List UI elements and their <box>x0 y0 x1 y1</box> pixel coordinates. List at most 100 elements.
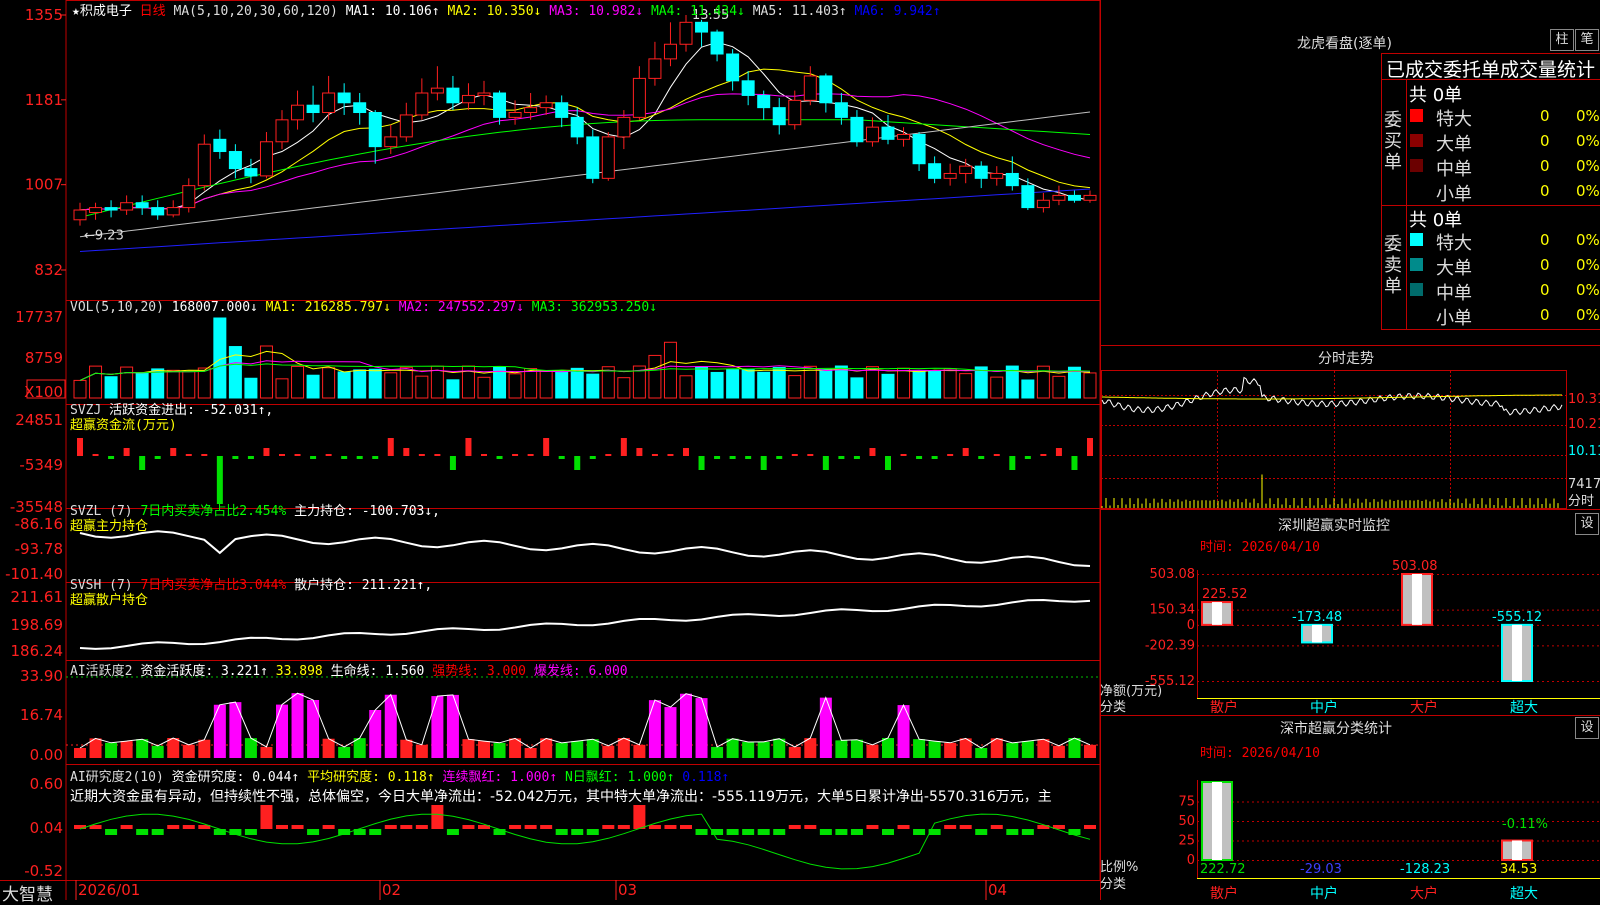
swatch-icon <box>1410 283 1423 296</box>
svzj-bar <box>714 456 720 459</box>
air-nday: N日飘红: 1.000↑ <box>565 770 674 785</box>
svzj-desc: 活跃资金进出: -52.031↑, <box>109 403 273 418</box>
air-bar <box>633 805 645 829</box>
air-bar <box>944 825 956 829</box>
volume-bar <box>90 366 102 398</box>
ai2-bar <box>633 745 645 758</box>
ai2-bar <box>416 745 428 758</box>
swatch-icon <box>1410 233 1423 246</box>
air-val: 0.118↑ <box>682 770 729 785</box>
svzj-bar <box>636 448 642 456</box>
svzj-bar <box>434 454 440 456</box>
air-bar <box>773 829 785 835</box>
vol-ma2: MA2: 247552.297↓ <box>399 300 524 315</box>
air-bar <box>245 829 257 835</box>
volume-bar <box>416 376 428 398</box>
column-button[interactable]: 柱 <box>1550 29 1574 51</box>
air-bar <box>758 829 770 835</box>
svzl-header: SVZL (7) 7日内买卖净占比2.454% 主力持仓: -100.703↓,… <box>70 504 440 534</box>
air-bar <box>975 829 987 835</box>
period-label[interactable]: 日线 <box>140 4 166 19</box>
air-axis-label: 0.60 <box>30 775 63 793</box>
order-count: 0 <box>1540 157 1550 175</box>
candle-body <box>494 93 506 117</box>
air-axis-label: 0.04 <box>30 819 63 837</box>
volume-bar <box>975 367 987 398</box>
candle-body <box>167 208 179 215</box>
candle-body <box>323 93 335 113</box>
candle-body <box>960 166 972 173</box>
air-bar <box>835 829 847 835</box>
tick-button[interactable]: 笔 <box>1575 29 1599 51</box>
candle-body <box>991 173 1003 178</box>
svsh-ratio: 7日内买卖净占比3.044% <box>140 578 286 593</box>
candle-body <box>276 120 288 142</box>
candle-body <box>1053 195 1065 200</box>
candle-body <box>1006 173 1018 185</box>
svzj-bar <box>326 454 332 456</box>
air-bar <box>400 825 412 829</box>
air-bar <box>323 825 335 829</box>
ai2-bar <box>835 740 847 758</box>
order-pct: 0% <box>1576 182 1600 200</box>
candle-body <box>354 103 366 113</box>
svzj-bar <box>916 456 922 459</box>
candle-body <box>680 22 692 44</box>
price-axis-label: 1181 <box>25 91 63 109</box>
ai2-life: 生命线: 1.560 <box>331 664 425 679</box>
svzj-bar <box>838 456 844 459</box>
svzj-bar <box>823 456 829 470</box>
svzj-bar <box>621 438 627 456</box>
svzj-bar <box>869 448 875 456</box>
volume-bar <box>789 376 801 398</box>
swatch-icon <box>1410 109 1423 122</box>
swatch-icon <box>1410 134 1423 147</box>
air-summary: 近期大资金虽有异动，但持续性不强，总体偏空，今日大单净流出：-52.042万元，… <box>70 786 1100 806</box>
candle-body <box>820 76 832 103</box>
svzj-bar <box>559 456 565 459</box>
candle-body <box>152 208 164 215</box>
order-pct: 0% <box>1576 256 1600 274</box>
ai2-bar <box>183 745 195 758</box>
ai2-bar <box>804 738 816 758</box>
monitor-category-label: 超大 <box>1510 700 1538 716</box>
intraday-axis-label: 10.31 <box>1568 392 1600 407</box>
air-bar <box>913 829 925 835</box>
svzj-bar <box>77 438 83 456</box>
svzj-axis-label: 24851 <box>15 411 63 429</box>
volume-bar <box>525 369 537 398</box>
ai2-bar <box>198 740 210 758</box>
svzj-bar <box>201 454 207 456</box>
candle-body <box>447 88 459 103</box>
monitor-settings-button[interactable]: 设 <box>1575 513 1599 535</box>
svzj-title: SVZJ <box>70 403 101 418</box>
air-bar <box>618 825 630 829</box>
svzj-bar <box>885 456 891 470</box>
ai2-bar <box>696 698 708 758</box>
ai2-bar <box>1084 745 1096 758</box>
volume-bar <box>198 368 210 398</box>
stock-star: ★ <box>72 4 80 19</box>
volume-bar <box>307 375 319 398</box>
svzj-bar <box>776 456 782 459</box>
air-bar <box>183 825 195 829</box>
ai2-bar <box>152 746 164 758</box>
stock-name[interactable]: 积成电子 <box>80 4 132 19</box>
ai2-bar <box>525 748 537 758</box>
air-research: 资金研究度: 0.044↑ <box>172 770 300 785</box>
monitor-axis-label: 503.08 <box>1150 567 1196 582</box>
volume-bar <box>727 370 739 398</box>
order-count: 0 <box>1540 107 1550 125</box>
volume-bar <box>1053 376 1065 398</box>
volume-bar <box>354 370 366 398</box>
volume-bar <box>898 368 910 398</box>
monitor-value-label: -555.12 <box>1492 610 1542 625</box>
order-type-label: 大单 <box>1436 254 1472 280</box>
ai2-bar <box>260 747 272 758</box>
ai2-bar <box>307 700 319 758</box>
ai2-bar <box>727 739 739 758</box>
class-settings-button[interactable]: 设 <box>1575 717 1599 739</box>
svzj-bar <box>450 456 456 470</box>
monitor-time: 时间: 2026/04/10 <box>1200 536 1320 555</box>
air-bar <box>1006 829 1018 835</box>
